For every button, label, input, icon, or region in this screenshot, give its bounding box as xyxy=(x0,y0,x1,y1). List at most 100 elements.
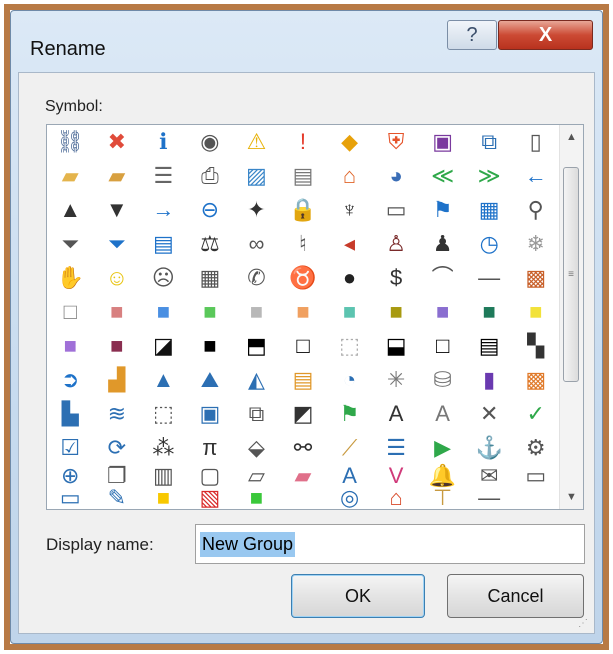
banded-square-icon[interactable]: ▤ xyxy=(466,329,513,363)
document-icon[interactable]: ▯ xyxy=(512,125,559,159)
flags-icon[interactable]: ⚑ xyxy=(326,397,373,431)
green-block-icon[interactable]: ■ xyxy=(233,487,280,509)
orange-box-icon[interactable]: ▩ xyxy=(512,363,559,397)
key-icon[interactable]: ♆ xyxy=(326,193,373,227)
lock-icon[interactable]: 🔒 xyxy=(280,193,327,227)
mountain-icon[interactable]: ⛰ xyxy=(187,363,234,397)
blank-end-icon[interactable] xyxy=(512,487,559,509)
area-chart-icon[interactable]: ◭ xyxy=(233,363,280,397)
paint-bucket-icon[interactable]: ⬙ xyxy=(233,431,280,465)
text-box-a-icon[interactable]: A xyxy=(373,397,420,431)
black-square-icon[interactable]: ■ xyxy=(187,329,234,363)
resize-grip[interactable]: ⋰ xyxy=(578,618,588,629)
book-icon[interactable]: ▤ xyxy=(140,227,187,261)
smiley-icon[interactable]: ☺ xyxy=(94,261,141,295)
green-square-icon[interactable]: ■ xyxy=(187,295,234,329)
shield-icon[interactable]: ⛨ xyxy=(373,125,420,159)
info-icon[interactable]: ℹ xyxy=(140,125,187,159)
mosaic-icon[interactable]: ▩ xyxy=(512,261,559,295)
pi-icon[interactable]: π xyxy=(187,431,234,465)
bullet-list-icon[interactable]: ☰ xyxy=(373,431,420,465)
briefcase-gear-icon[interactable]: ⚙ xyxy=(512,431,559,465)
refresh-icon[interactable]: ⟳ xyxy=(94,431,141,465)
violet-square-icon[interactable]: ■ xyxy=(47,329,94,363)
blue-square-icon[interactable]: ■ xyxy=(140,295,187,329)
broom-icon[interactable]: ⟋ xyxy=(326,431,373,465)
bottom-black-square-icon[interactable]: ⬓ xyxy=(373,329,420,363)
mute-icon[interactable]: ◂ xyxy=(326,227,373,261)
pie-chart-icon[interactable]: ◕ xyxy=(373,159,420,193)
outline-square-icon[interactable]: □ xyxy=(419,329,466,363)
purple-square-icon[interactable]: ■ xyxy=(419,295,466,329)
close-button[interactable]: X xyxy=(498,20,593,50)
help-button[interactable]: ? xyxy=(447,20,497,50)
arrow-left-icon[interactable]: ← xyxy=(512,159,559,193)
envelope-open-icon[interactable]: ✉ xyxy=(466,465,513,487)
globe-e-icon[interactable]: ◎ xyxy=(326,487,373,509)
x-mark-icon[interactable]: ✕ xyxy=(466,397,513,431)
piggy-bank-icon[interactable]: ♉ xyxy=(280,261,327,295)
calendar-icon[interactable]: ▦ xyxy=(466,193,513,227)
envelope-blue-icon[interactable]: ▭ xyxy=(47,487,94,509)
filter-blue-icon[interactable]: ⏷ xyxy=(94,227,141,261)
scroll-up-button[interactable]: ▲ xyxy=(560,125,583,149)
line-chart-icon[interactable]: ≋ xyxy=(94,397,141,431)
warning-diamond-icon[interactable]: ◆ xyxy=(326,125,373,159)
eye-icon[interactable]: ⌒ xyxy=(419,261,466,295)
radar-chart-icon[interactable]: ✳ xyxy=(373,363,420,397)
magnifier-plus-icon[interactable]: ⊕ xyxy=(47,465,94,487)
save-icon[interactable]: ▣ xyxy=(419,125,466,159)
filter-icon[interactable]: ⏷ xyxy=(47,227,94,261)
target-icon[interactable]: ◉ xyxy=(187,125,234,159)
printer-icon[interactable]: ⎙ xyxy=(187,159,234,193)
snowflake-icon[interactable]: ❄ xyxy=(512,227,559,261)
copy-icon[interactable]: ❐ xyxy=(94,465,141,487)
folded-page-icon[interactable]: ▱ xyxy=(233,465,280,487)
scroll-thumb[interactable]: ≡ xyxy=(563,167,579,382)
ok-button[interactable]: OK xyxy=(291,574,425,618)
vertical-scrollbar[interactable]: ▲ ≡ ▼ xyxy=(559,125,583,509)
scroll-down-button[interactable]: ▼ xyxy=(560,485,583,509)
top-black-square-icon[interactable]: ⬒ xyxy=(233,329,280,363)
binary-icon[interactable]: ⁂ xyxy=(140,431,187,465)
symbol-picker[interactable]: ⛓ ✖ ℹ ◉ ⚠! ◆ ⛨ ▣ ⧉ ▯ ▰ ▰ ☰ ⎙ ▨ ▤ ⌂ ◕ ≪ ≫ ← ▲ ▼ → ⊖ ✦ 🔒 ♆ ▭ ⚑ ▦ ⚲ ⏷ ⏷ ▤ ⚖ ∞ ♮ ◂… xyxy=(46,124,584,510)
signpost-icon[interactable]: ⊤ xyxy=(419,487,466,509)
home-icon[interactable]: ⌂ xyxy=(326,159,373,193)
half-black-square-icon[interactable]: ◪ xyxy=(140,329,187,363)
scroll-icon[interactable]: ▭ xyxy=(373,193,420,227)
display-name-input[interactable]: New Group xyxy=(195,524,585,564)
horizontal-line-icon[interactable]: — xyxy=(466,261,513,295)
circle-arrow-left-icon[interactable]: ⊖ xyxy=(187,193,234,227)
bar-chart-icon[interactable]: ▟ xyxy=(94,363,141,397)
frown-icon[interactable]: ☹ xyxy=(140,261,187,295)
bold-square-icon[interactable]: □ xyxy=(280,329,327,363)
yellow-block-icon[interactable]: ■ xyxy=(140,487,187,509)
triangle-down-icon[interactable]: ▼ xyxy=(94,193,141,227)
warning-icon[interactable]: ⚠ xyxy=(233,125,280,159)
certificate-icon[interactable]: ▤ xyxy=(280,159,327,193)
eraser-icon[interactable]: ▰ xyxy=(280,465,327,487)
checkerboard-icon[interactable]: ▚ xyxy=(512,329,559,363)
pie-slice-icon[interactable]: ◔ xyxy=(326,363,373,397)
anchor-icon[interactable]: ⚓ xyxy=(466,431,513,465)
chart-edit-icon[interactable]: ▙ xyxy=(47,397,94,431)
fax-icon[interactable]: ☰ xyxy=(140,159,187,193)
cancel-button[interactable]: Cancel xyxy=(447,574,584,618)
gray-square-icon[interactable]: ■ xyxy=(233,295,280,329)
envelope-icon[interactable]: ▭ xyxy=(512,465,559,487)
scales-icon[interactable]: ⚖ xyxy=(187,227,234,261)
teal-square-icon[interactable]: ■ xyxy=(326,295,373,329)
orange-square-icon[interactable]: ■ xyxy=(280,295,327,329)
user-tie-icon[interactable]: ♙ xyxy=(373,227,420,261)
folder-open-icon[interactable]: ▰ xyxy=(47,159,94,193)
dash-line-icon[interactable]: — xyxy=(466,487,513,509)
exclamation-icon[interactable]: ! xyxy=(280,125,327,159)
nested-frame-icon[interactable]: ⧉ xyxy=(233,397,280,431)
red-hatch-icon[interactable]: ▧ xyxy=(187,487,234,509)
error-icon[interactable]: ✖ xyxy=(94,125,141,159)
gray-text-a-icon[interactable]: A xyxy=(419,397,466,431)
checklist-icon[interactable]: ☑ xyxy=(47,431,94,465)
triangle-up-icon[interactable]: ▲ xyxy=(47,193,94,227)
rings-icon[interactable]: ∞ xyxy=(233,227,280,261)
white-square-icon[interactable]: □ xyxy=(47,295,94,329)
